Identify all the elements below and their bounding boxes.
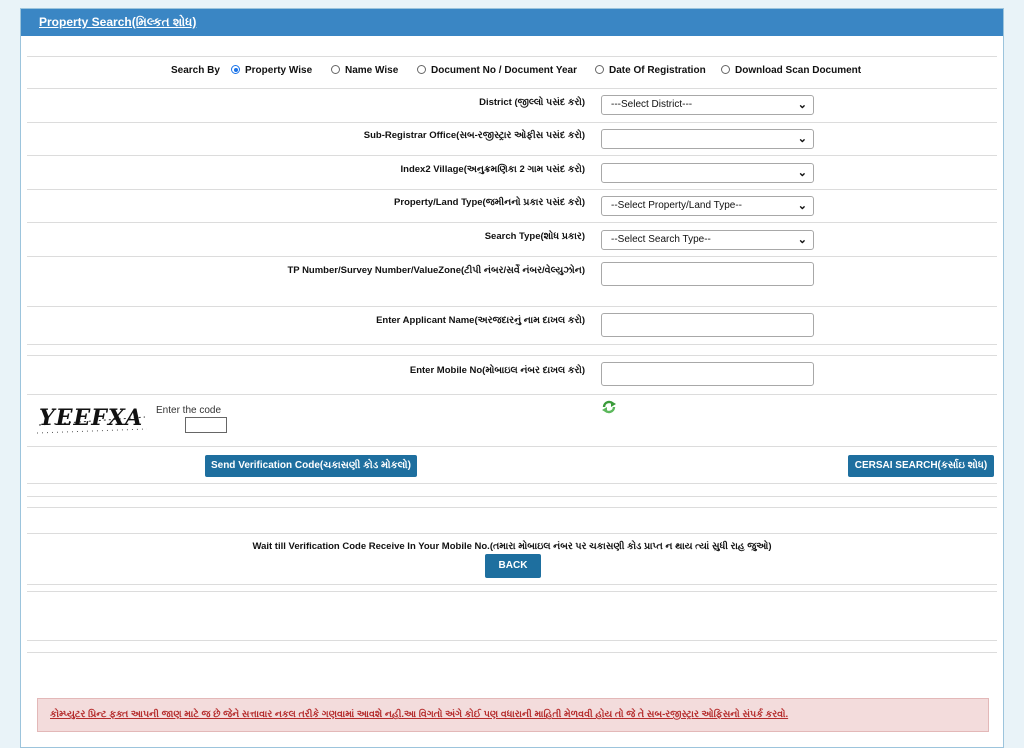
panel-title: Property Search(મિલ્કત શોધ) — [21, 9, 1003, 36]
disclaimer-banner: કોમ્પ્યુટર પ્રિન્ટ ફક્ત આપની જાણ માટે જ … — [37, 698, 989, 732]
divider — [27, 533, 997, 534]
chevron-down-icon: ⌄ — [797, 234, 807, 246]
divider — [27, 496, 997, 497]
search-type-label: Search Type(શોધ પ્રકાર) — [484, 231, 585, 242]
sub-registrar-select[interactable]: ⌄ — [601, 129, 814, 149]
radio-property-wise[interactable]: Property Wise — [231, 65, 312, 76]
property-search-panel: Property Search(મિલ્કત શોધ) Search By Pr… — [20, 8, 1004, 748]
radio-document-no[interactable]: Document No / Document Year — [417, 65, 577, 76]
sub-registrar-label: Sub-Registrar Office(સબ-રજીસ્ટ્રાર ઓફીસ … — [363, 130, 585, 141]
search-by-label: Search By — [171, 65, 220, 76]
divider — [27, 652, 997, 653]
divider — [27, 56, 997, 57]
divider — [27, 483, 997, 484]
chevron-down-icon: ⌄ — [797, 200, 807, 212]
applicant-name-input[interactable] — [601, 313, 814, 337]
divider — [27, 222, 997, 223]
divider — [27, 256, 997, 257]
property-type-label: Property/Land Type(જમીનનો પ્રકાર પસંદ કર… — [394, 197, 585, 208]
divider — [27, 355, 997, 356]
village-select[interactable]: ⌄ — [601, 163, 814, 183]
chevron-down-icon: ⌄ — [797, 133, 807, 145]
tp-number-input[interactable] — [601, 262, 814, 286]
property-type-select[interactable]: --Select Property/Land Type-- ⌄ — [601, 196, 814, 216]
radio-date-of-registration[interactable]: Date Of Registration — [595, 65, 706, 76]
district-select[interactable]: ---Select District--- ⌄ — [601, 95, 814, 115]
applicant-name-label: Enter Applicant Name(અરજદારનું નામ દાખલ … — [376, 315, 585, 326]
radio-selected-icon[interactable] — [231, 65, 240, 74]
divider — [27, 446, 997, 447]
divider — [27, 394, 997, 395]
divider — [27, 122, 997, 123]
divider — [27, 189, 997, 190]
back-button[interactable]: BACK — [485, 554, 541, 578]
radio-icon[interactable] — [417, 65, 426, 74]
divider — [27, 640, 997, 641]
mobile-input[interactable] — [601, 362, 814, 386]
radio-icon[interactable] — [721, 65, 730, 74]
radio-icon[interactable] — [595, 65, 604, 74]
chevron-down-icon: ⌄ — [797, 99, 807, 111]
divider — [27, 88, 997, 89]
divider — [27, 155, 997, 156]
mobile-label: Enter Mobile No(મોબાઇલ નંબર દાખલ કરો) — [409, 365, 585, 376]
radio-icon[interactable] — [331, 65, 340, 74]
enter-code-label: Enter the code — [156, 405, 222, 416]
captcha-input[interactable] — [185, 417, 227, 433]
district-label: District (જીલ્લો પસંદ કરો) — [479, 97, 585, 108]
refresh-captcha-icon[interactable] — [601, 400, 617, 417]
tp-number-label: TP Number/Survey Number/ValueZone(ટીપી ન… — [287, 265, 585, 276]
village-label: Index2 Village(અનુક્રમણિકા 2 ગામ પસંદ કર… — [400, 164, 585, 175]
cersai-search-button[interactable]: CERSAI SEARCH(કર્સાઇ શોધ) — [848, 455, 994, 477]
search-type-select[interactable]: --Select Search Type-- ⌄ — [601, 230, 814, 250]
divider — [27, 344, 997, 345]
divider — [27, 507, 997, 508]
send-verification-code-button[interactable]: Send Verification Code(ચકાસણી કોડ મોકલો) — [205, 455, 417, 477]
search-by-group: Search By Property Wise Name Wise Docume… — [21, 65, 1003, 79]
divider — [27, 591, 997, 592]
captcha-image: YEEFXA — [35, 403, 149, 437]
divider — [27, 584, 997, 585]
chevron-down-icon: ⌄ — [797, 167, 807, 179]
radio-download-scan-document[interactable]: Download Scan Document — [721, 65, 861, 76]
divider — [27, 306, 997, 307]
wait-message: Wait till Verification Code Receive In Y… — [252, 541, 772, 552]
radio-name-wise[interactable]: Name Wise — [331, 65, 398, 76]
